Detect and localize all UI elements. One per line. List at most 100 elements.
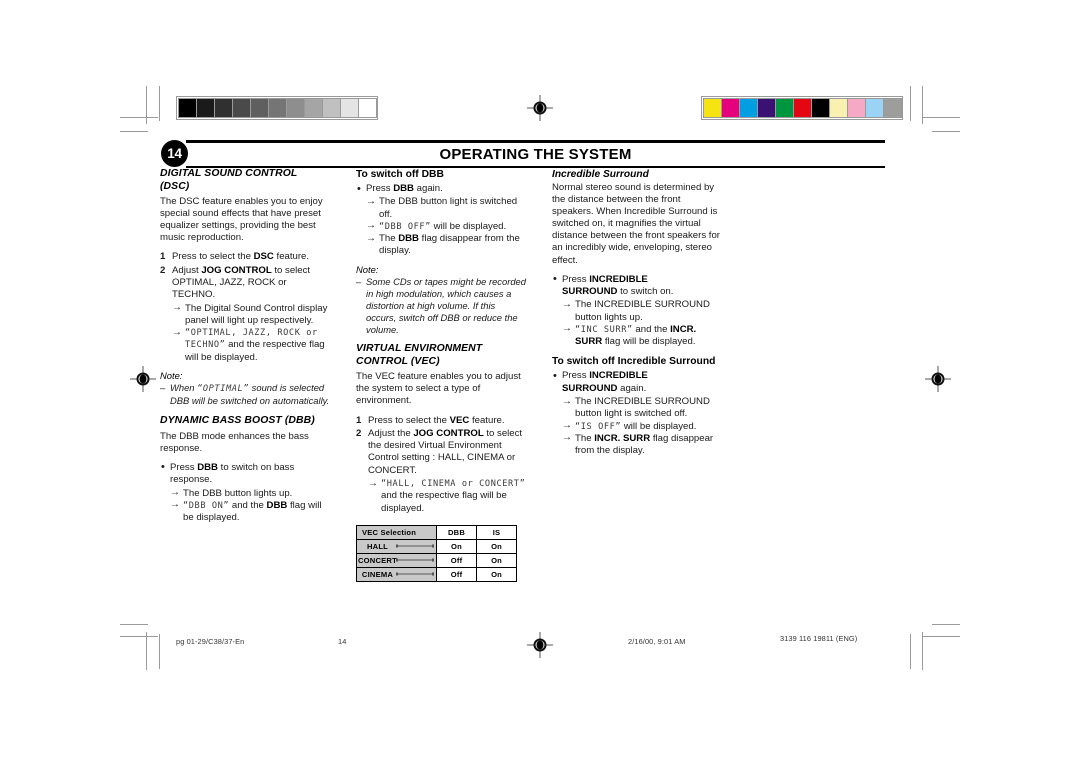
lcd-display-text: “HALL, CINEMA or CONCERT” bbox=[381, 479, 526, 490]
dsc-steps: 1 Press to select the DSC feature. 2 Adj… bbox=[160, 251, 332, 364]
crop-mark-top-left-v2 bbox=[159, 86, 160, 121]
grayscale-swatch-9 bbox=[340, 98, 359, 118]
vec-step-2: 2 Adjust the JOG CONTROL to select the d… bbox=[356, 428, 528, 515]
table-header-row: VEC Selection DBB IS bbox=[356, 524, 517, 540]
footer-page-number: 14 bbox=[338, 637, 347, 646]
bullet-text-pre: Press bbox=[562, 273, 590, 285]
dsc-button-label: DSC bbox=[253, 251, 274, 263]
is-off-results: → The INCREDIBLE SURROUND button light i… bbox=[562, 396, 724, 457]
dash-icon: – bbox=[356, 275, 362, 287]
bullet-icon: • bbox=[553, 369, 557, 382]
dbb-button-label: DBB bbox=[393, 183, 414, 194]
dsc-note-label: Note: bbox=[160, 370, 183, 382]
step-number: 1 bbox=[160, 251, 166, 263]
step-text: Adjust bbox=[172, 264, 202, 276]
crop-mark-top-right-h2 bbox=[932, 131, 960, 132]
crop-mark-top-right-v2 bbox=[910, 86, 911, 121]
bullet-text-post: again. bbox=[414, 183, 443, 194]
incr-surr-flag-label: INCR. SURR bbox=[594, 432, 651, 444]
dsc-note-item: – When “OPTIMAL” sound is selected DBB w… bbox=[160, 382, 332, 407]
table-cell-selection: CINEMA bbox=[356, 566, 437, 582]
registration-mark-right bbox=[925, 366, 951, 392]
arrow-icon: → bbox=[562, 432, 572, 444]
step-text-pre: Adjust the bbox=[368, 427, 414, 439]
incredible-label: INCREDIBLE bbox=[589, 370, 648, 382]
note-text-pre: When bbox=[170, 382, 198, 394]
step-text-post: feature. bbox=[469, 414, 505, 426]
is-off-result-3: → The INCR. SURR flag disappear from the… bbox=[562, 432, 724, 458]
color-swatch-9 bbox=[865, 98, 884, 118]
step-text: Press to select the bbox=[172, 251, 254, 263]
step-text-pre: Press to select the bbox=[368, 414, 450, 426]
result-text-mid: and the bbox=[632, 323, 671, 335]
crop-mark-top-left-h2 bbox=[120, 131, 148, 132]
vec-heading-line2: CONTROL (VEC) bbox=[356, 355, 440, 367]
bullet-text-post: to switch on. bbox=[617, 285, 674, 297]
dbb-off-results: → The DBB button light is switched off. … bbox=[366, 196, 528, 257]
dash-icon: – bbox=[160, 382, 166, 394]
vec-intro: The VEC feature enables you to adjust th… bbox=[356, 371, 521, 407]
bullet-text-pre: Press bbox=[562, 370, 590, 382]
color-swatch-3 bbox=[757, 98, 776, 118]
arrow-icon: → bbox=[562, 323, 572, 335]
bullet-icon: • bbox=[161, 461, 165, 474]
dbb-off-result-1: → The DBB button light is switched off. bbox=[366, 196, 528, 221]
dsc-result-2: → “OPTIMAL, JAZZ, ROCK or TECHNO” and th… bbox=[172, 327, 332, 364]
is-off-bullets: • Press INCREDIBLE SURROUND again. → The… bbox=[552, 370, 724, 457]
arrow-icon: → bbox=[562, 420, 572, 432]
crop-mark-top-right-v bbox=[922, 86, 923, 124]
lcd-display-text: “INC SURR” bbox=[575, 324, 633, 335]
section-heading-dsc: DIGITAL SOUND CONTROL (DSC) bbox=[160, 168, 332, 193]
grayscale-swatch-0 bbox=[178, 98, 197, 118]
grayscale-swatch-4 bbox=[250, 98, 269, 118]
is-bullet-1: • Press INCREDIBLE SURROUND to switch on… bbox=[552, 273, 724, 349]
result-text-tail: flag will be displayed. bbox=[602, 336, 696, 348]
table-cell-value: Off bbox=[435, 566, 478, 582]
page-header: OPERATING THE SYSTEM bbox=[186, 140, 885, 168]
vec-step-1: 1 Press to select the VEC feature. bbox=[356, 415, 528, 427]
dbb-result-1: → The DBB button lights up. bbox=[170, 487, 332, 500]
vec-heading-line1: VIRTUAL ENVIRONMENT bbox=[356, 343, 483, 355]
grayscale-swatch-5 bbox=[268, 98, 287, 118]
arrow-icon: → bbox=[366, 220, 376, 232]
color-swatch-2 bbox=[739, 98, 758, 118]
connector-line bbox=[395, 558, 434, 562]
table-cell-value: On bbox=[476, 566, 517, 582]
registration-mark-top bbox=[527, 95, 553, 121]
result-text: will be displayed. bbox=[430, 220, 507, 232]
registration-mark-left bbox=[130, 366, 156, 392]
dbb-off-result-2: → “DBB OFF” will be displayed. bbox=[366, 220, 528, 233]
step-number: 2 bbox=[356, 427, 362, 439]
arrow-icon: → bbox=[170, 499, 180, 511]
footer-timestamp: 2/16/00, 9:01 AM bbox=[628, 637, 686, 646]
table-header-dbb: DBB bbox=[435, 524, 478, 540]
arrow-icon: → bbox=[368, 477, 378, 489]
table-cell-selection: HALL bbox=[356, 538, 437, 554]
grayscale-swatch-1 bbox=[196, 98, 215, 118]
dbb-intro: The DBB mode enhances the bass response. bbox=[160, 430, 309, 454]
column-right: Incredible Surround Normal stereo sound … bbox=[552, 168, 724, 582]
vec-results: → “HALL, CINEMA or CONCERT” and the resp… bbox=[368, 478, 528, 515]
is-results: → The INCREDIBLE SURROUND button lights … bbox=[562, 299, 724, 348]
is-result-1: → The INCREDIBLE SURROUND button lights … bbox=[562, 299, 724, 324]
arrow-icon: → bbox=[170, 487, 180, 499]
dsc-step-2: 2 Adjust JOG CONTROL to select OPTIMAL, … bbox=[160, 265, 332, 364]
column-middle: To switch off DBB • Press DBB again. → T… bbox=[356, 168, 528, 582]
bullet-icon: • bbox=[553, 273, 557, 286]
result-text: The DBB button light is switched off. bbox=[379, 196, 518, 220]
color-swatch-8 bbox=[847, 98, 866, 118]
grayscale-swatch-10 bbox=[358, 98, 377, 118]
dsc-step-1: 1 Press to select the DSC feature. bbox=[160, 251, 332, 263]
table-row: HALL On On bbox=[356, 538, 517, 554]
grayscale-swatch-8 bbox=[322, 98, 341, 118]
bullet-text-pre: Press bbox=[366, 183, 394, 194]
table-cell-value: Off bbox=[435, 552, 478, 568]
column-left: DIGITAL SOUND CONTROL (DSC) The DSC feat… bbox=[160, 168, 332, 582]
arrow-icon: → bbox=[172, 302, 182, 314]
step-number: 2 bbox=[160, 264, 166, 276]
crop-mark-top-left-h bbox=[120, 117, 158, 118]
page-number-badge: 14 bbox=[161, 140, 188, 167]
dsc-result-1: → The Digital Sound Control display pane… bbox=[172, 302, 332, 328]
color-calibration-bar bbox=[701, 96, 903, 120]
arrow-icon: → bbox=[172, 326, 182, 338]
